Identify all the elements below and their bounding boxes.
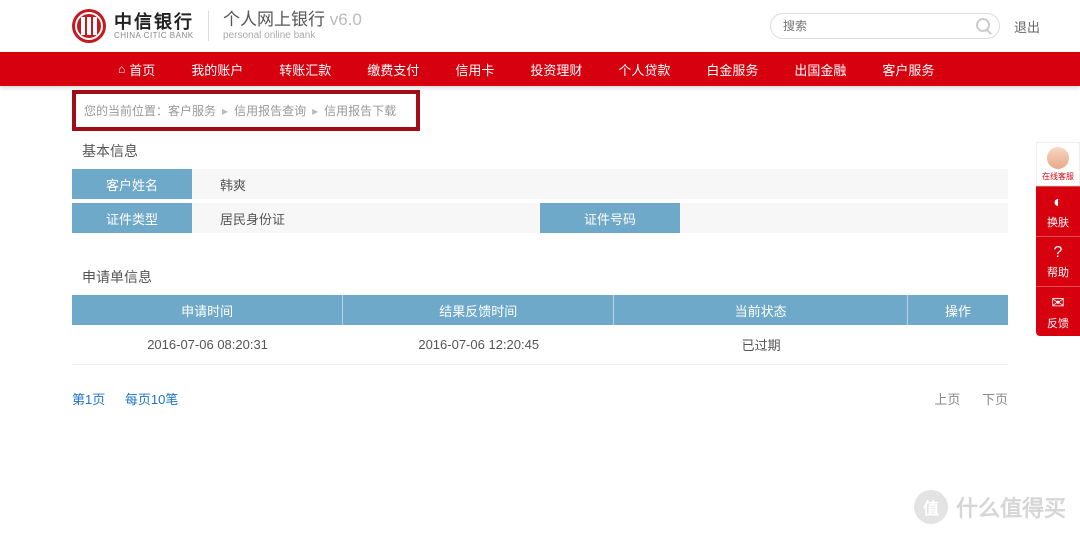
- nav-payment[interactable]: 缴费支付: [349, 52, 437, 86]
- th-status: 当前状态: [614, 295, 907, 325]
- brand-logo-icon: [72, 9, 106, 43]
- product-en: personal online bank: [223, 30, 362, 41]
- divider: [208, 11, 209, 41]
- main-nav: ⌂首页 我的账户 转账汇款 缴费支付 信用卡 投资理财 个人贷款 白金服务 出国…: [0, 52, 1080, 86]
- nav-home[interactable]: ⌂首页: [100, 52, 173, 86]
- cell-operation[interactable]: [908, 325, 1008, 364]
- table-head: 申请时间 结果反馈时间 当前状态 操作: [72, 295, 1008, 325]
- breadcrumb-highlight: 您的当前位置：客户服务▸信用报告查询▸信用报告下载: [72, 90, 420, 131]
- pager-prev[interactable]: 上页: [934, 392, 960, 407]
- brand-en: CHINA CITIC BANK: [114, 31, 194, 40]
- brand-text: 中信银行 CHINA CITIC BANK: [114, 13, 194, 40]
- online-service-label: 在线客服: [1042, 171, 1074, 182]
- breadcrumb-item-0[interactable]: 客户服务: [168, 104, 216, 118]
- side-help-label: 帮助: [1047, 264, 1069, 280]
- nav-invest[interactable]: 投资理财: [512, 52, 600, 86]
- nav-loan[interactable]: 个人贷款: [600, 52, 688, 86]
- product-version: v6.0: [330, 10, 362, 29]
- label-id-number: 证件号码: [540, 203, 680, 233]
- top-bar: 中信银行 CHINA CITIC BANK 个人网上银行 v6.0 person…: [0, 0, 1080, 52]
- pager: 第1页 每页10笔 上页 下页: [72, 389, 1008, 408]
- logout-link[interactable]: 退出: [1014, 17, 1040, 36]
- breadcrumb-prefix: 您的当前位置：: [84, 104, 168, 118]
- content: 基本信息 客户姓名 韩爽 证件类型 居民身份证 证件号码 申请单信息 申请时间 …: [0, 141, 1080, 408]
- watermark-text: 什么值得买: [956, 491, 1066, 523]
- side-skin-label: 换肤: [1047, 214, 1069, 230]
- th-apply-time: 申请时间: [72, 295, 342, 325]
- nav-transfer[interactable]: 转账汇款: [261, 52, 349, 86]
- value-customer-name: 韩爽: [192, 169, 1008, 199]
- avatar-icon: [1047, 147, 1069, 169]
- side-feedback-label: 反馈: [1047, 315, 1069, 331]
- home-icon: ⌂: [118, 62, 125, 76]
- th-operation: 操作: [908, 295, 1008, 325]
- side-feedback-button[interactable]: ✉ 反馈: [1036, 286, 1080, 336]
- nav-my-account[interactable]: 我的账户: [173, 52, 261, 86]
- cell-feedback-time: 2016-07-06 12:20:45: [343, 325, 614, 364]
- th-feedback-time: 结果反馈时间: [343, 295, 613, 325]
- row-id: 证件类型 居民身份证 证件号码: [72, 203, 1008, 233]
- breadcrumb-item-2[interactable]: 信用报告下载: [324, 104, 396, 118]
- search-input[interactable]: [770, 13, 1000, 39]
- label-id-type: 证件类型: [72, 203, 192, 233]
- cell-apply-time: 2016-07-06 08:20:31: [72, 325, 343, 364]
- brand-cn: 中信银行: [114, 13, 194, 31]
- help-icon: ?: [1054, 244, 1063, 262]
- apply-info-title: 申请单信息: [82, 267, 1008, 287]
- table-row: 2016-07-06 08:20:31 2016-07-06 12:20:45 …: [72, 325, 1008, 365]
- brand-logo: 中信银行 CHINA CITIC BANK: [72, 9, 194, 43]
- product-name: 个人网上银行 v6.0 personal online bank: [223, 11, 362, 41]
- nav-credit-card[interactable]: 信用卡: [437, 52, 512, 86]
- pager-next[interactable]: 下页: [982, 392, 1008, 407]
- search-holder: [770, 13, 1000, 39]
- side-tools: 在线客服 ◐ 换肤 ? 帮助 ✉ 反馈: [1036, 142, 1080, 336]
- apply-table: 申请时间 结果反馈时间 当前状态 操作 2016-07-06 08:20:31 …: [72, 295, 1008, 365]
- label-customer-name: 客户姓名: [72, 169, 192, 199]
- row-customer-name: 客户姓名 韩爽: [72, 169, 1008, 199]
- breadcrumb-item-1[interactable]: 信用报告查询: [234, 104, 306, 118]
- basic-info-title: 基本信息: [82, 141, 1008, 161]
- side-help-button[interactable]: ? 帮助: [1036, 236, 1080, 286]
- pager-size[interactable]: 每页10笔: [125, 392, 178, 407]
- skin-icon: ◐: [1053, 194, 1063, 212]
- nav-platinum[interactable]: 白金服务: [688, 52, 776, 86]
- value-id-type: 居民身份证: [192, 203, 540, 233]
- pager-page[interactable]: 第1页: [72, 392, 105, 407]
- cell-status: 已过期: [614, 325, 908, 364]
- breadcrumb-wrap: 您的当前位置：客户服务▸信用报告查询▸信用报告下载: [0, 90, 1080, 131]
- product-cn: 个人网上银行: [223, 10, 330, 29]
- side-skin-button[interactable]: ◐ 换肤: [1036, 186, 1080, 236]
- search-icon[interactable]: [976, 18, 990, 32]
- value-id-number: [680, 203, 1008, 233]
- nav-abroad[interactable]: 出国金融: [776, 52, 864, 86]
- watermark: 值 什么值得买: [914, 490, 1066, 524]
- nav-customer-service[interactable]: 客户服务: [864, 52, 952, 86]
- mail-icon: ✉: [1051, 293, 1064, 313]
- breadcrumb: 您的当前位置：客户服务▸信用报告查询▸信用报告下载: [84, 102, 396, 119]
- online-service[interactable]: 在线客服: [1036, 142, 1080, 186]
- watermark-icon: 值: [914, 490, 948, 524]
